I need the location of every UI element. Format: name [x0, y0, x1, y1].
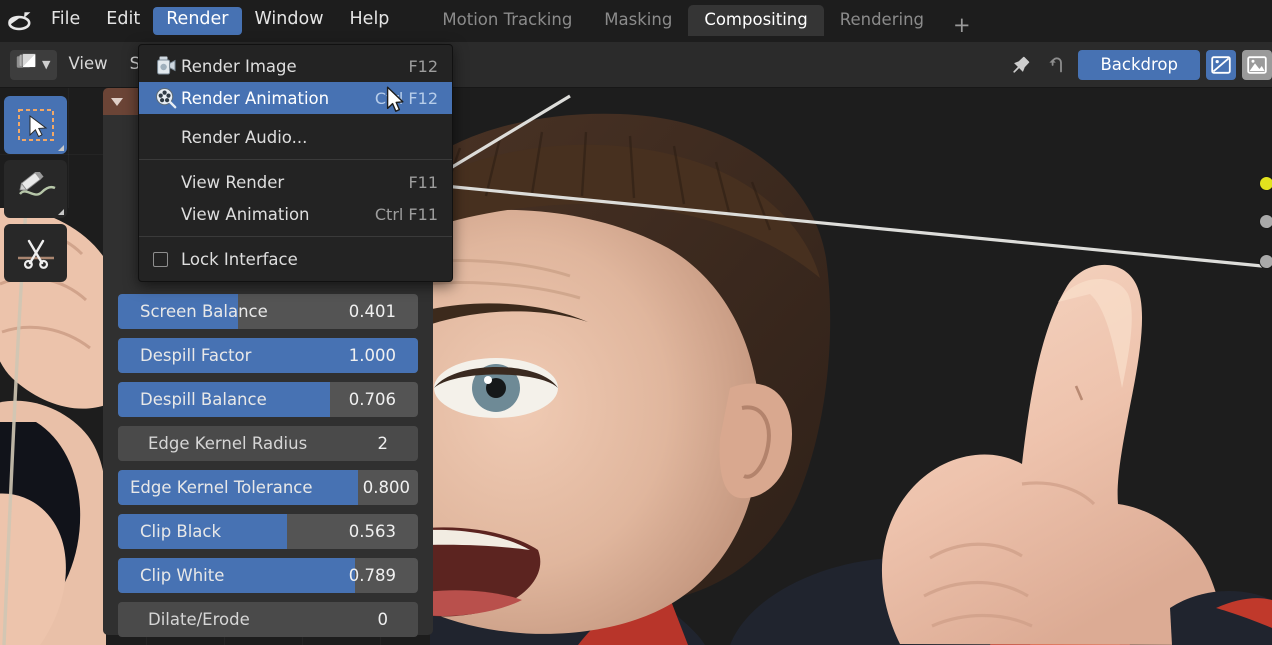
blender-logo-icon[interactable]	[4, 0, 38, 42]
menu-render[interactable]: Render	[153, 7, 242, 35]
edges-output-socket[interactable]	[1259, 254, 1272, 269]
tab-motion-tracking[interactable]: Motion Tracking	[426, 5, 588, 37]
menu-item-view-animation[interactable]: View Animation Ctrl F11	[139, 198, 452, 230]
menu-edit[interactable]: Edit	[93, 7, 153, 35]
slider-value: 0.800	[362, 478, 410, 497]
header-menu-view[interactable]: View	[57, 52, 118, 77]
menu-item-label: Lock Interface	[181, 249, 298, 269]
tab-masking[interactable]: Masking	[588, 5, 688, 37]
slider-label: Edge Kernel Radius	[148, 434, 308, 453]
menu-item-shortcut: Ctrl F12	[374, 88, 438, 108]
image-slash-icon[interactable]	[1206, 49, 1236, 80]
slider-value: 1.000	[348, 346, 396, 365]
slider-label: Clip Black	[140, 522, 222, 541]
slider-clip-black[interactable]: Clip Black 0.563	[118, 514, 418, 549]
slider-label: Edge Kernel Tolerance	[130, 478, 313, 497]
header-right-controls: Backdrop	[1006, 49, 1272, 80]
slider-label: Dilate/Erode	[148, 610, 250, 629]
menu-item-label: Render Animation	[181, 88, 330, 108]
menu-item-shortcut: Ctrl F11	[374, 204, 438, 224]
render-image-icon	[151, 55, 181, 77]
menu-item-label: Render Image	[181, 56, 297, 76]
slider-screen-balance[interactable]: Screen Balance 0.401	[118, 294, 418, 329]
menu-item-label: View Render	[181, 172, 285, 192]
slider-despill-balance[interactable]: Despill Balance 0.706	[118, 382, 418, 417]
editor-type-selector[interactable]: ▼	[10, 49, 58, 80]
backdrop-toggle-button[interactable]: Backdrop	[1078, 49, 1200, 80]
tool-expand-corner-icon	[58, 209, 64, 215]
workspace-tabs: Motion Tracking Masking Compositing Rend…	[426, 0, 983, 42]
menu-item-label: Render Audio...	[181, 127, 308, 147]
image-output-socket[interactable]	[1259, 176, 1272, 191]
node-editor-toolbar	[4, 96, 67, 282]
add-workspace-button[interactable]: +	[940, 13, 984, 42]
slider-label: Screen Balance	[140, 302, 268, 321]
lock-interface-checkbox[interactable]	[153, 251, 168, 267]
compositor-backdrop-image	[430, 88, 1272, 645]
slider-edge-kernel-tolerance[interactable]: Edge Kernel Tolerance 0.800	[118, 470, 418, 505]
slider-label: Despill Factor	[140, 346, 252, 365]
slider-value: 0	[377, 610, 389, 629]
slider-dilate-erode[interactable]: Dilate/Erode 0	[118, 602, 418, 637]
chevron-down-icon: ▼	[42, 58, 51, 71]
image-editor-type-icon	[16, 53, 37, 76]
slider-despill-factor[interactable]: Despill Factor 1.000	[118, 338, 418, 373]
menu-item-render-image[interactable]: Render Image F12	[139, 50, 452, 82]
tool-tweak-select-box[interactable]	[4, 96, 67, 154]
pin-icon[interactable]	[1006, 50, 1036, 80]
slider-value: 0.706	[348, 390, 396, 409]
menu-item-lock-interface[interactable]: Lock Interface	[139, 243, 452, 275]
slider-value: 2	[377, 434, 389, 453]
tool-expand-corner-icon	[58, 145, 64, 151]
up-arrow-icon[interactable]	[1042, 50, 1072, 80]
top-bar: File Edit Render Window Help Motion Trac…	[0, 0, 1272, 42]
menu-item-view-render[interactable]: View Render F11	[139, 166, 452, 198]
select-box-cursor-icon	[17, 109, 54, 141]
menu-item-label: View Animation	[181, 204, 310, 224]
slider-value: 0.563	[348, 522, 396, 541]
matte-output-socket[interactable]	[1259, 214, 1272, 229]
menu-help[interactable]: Help	[337, 7, 403, 35]
slider-value: 0.789	[348, 566, 396, 585]
pencil-annotate-icon	[18, 172, 56, 196]
node-properties: Screen Balance 0.401 Despill Factor 1.00…	[118, 294, 418, 637]
slider-label: Despill Balance	[140, 390, 267, 409]
slider-edge-kernel-radius[interactable]: Edge Kernel Radius 2	[118, 426, 418, 461]
image-icon[interactable]	[1242, 49, 1272, 80]
menu-window[interactable]: Window	[242, 7, 337, 35]
menu-separator	[139, 236, 452, 237]
slider-clip-white[interactable]: Clip White 0.789	[118, 558, 418, 593]
render-animation-icon	[151, 87, 181, 109]
menu-item-shortcut: F12	[408, 56, 438, 76]
render-menu-dropdown[interactable]: Render Image F12 Render Animation Ctrl F…	[138, 44, 453, 282]
menu-file[interactable]: File	[38, 7, 93, 35]
menu-separator	[139, 159, 452, 160]
blender-window: File Edit Render Window Help Motion Trac…	[0, 0, 1272, 645]
tab-rendering[interactable]: Rendering	[824, 5, 940, 37]
tab-compositing[interactable]: Compositing	[688, 4, 824, 37]
slider-value: 0.401	[348, 302, 396, 321]
mouse-cursor-icon	[386, 86, 406, 118]
tool-links-cut[interactable]	[4, 224, 67, 282]
menu-item-shortcut: F11	[408, 172, 438, 192]
menu-item-render-audio[interactable]: Render Audio...	[139, 121, 452, 153]
collapse-triangle-icon[interactable]	[111, 97, 123, 106]
slider-label: Clip White	[140, 566, 225, 585]
scissors-cut-icon	[17, 239, 54, 269]
tool-annotate[interactable]	[4, 160, 67, 218]
